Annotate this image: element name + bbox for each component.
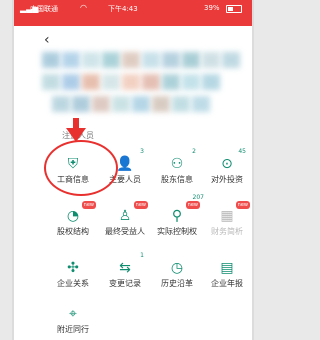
- location-icon: ⌖: [69, 306, 77, 322]
- grid-label-shareholder-info: 股东信息: [161, 175, 193, 184]
- count-change-records: 1: [140, 252, 144, 259]
- blur-tile: [142, 74, 160, 90]
- grid-item-change-records[interactable]: 1 ⇆ 变更记录: [100, 252, 150, 289]
- grid-label-annual-report: 企业年报: [211, 279, 243, 288]
- change-icon: ⇆: [119, 260, 131, 276]
- status-time: 下午4:43: [108, 5, 138, 13]
- wifi-icon: ◠: [80, 3, 87, 12]
- new-badge: new: [133, 201, 148, 209]
- blur-tile: [62, 52, 80, 68]
- blur-tile: [102, 52, 120, 68]
- blur-tile: [162, 52, 180, 68]
- blur-tile: [52, 96, 70, 112]
- grid-label-change-records: 变更记录: [109, 279, 141, 288]
- count-shareholder-info: 2: [192, 148, 196, 155]
- battery-percent: 39%: [204, 4, 220, 12]
- blur-tile: [82, 52, 100, 68]
- blurred-company-header: [32, 44, 252, 136]
- grid-label-ultimate-beneficiary: 最终受益人: [105, 227, 145, 236]
- blur-tile: [162, 74, 180, 90]
- pie-chart-icon: ◔: [66, 208, 80, 224]
- blur-tile: [122, 74, 140, 90]
- blur-tile: [222, 52, 240, 68]
- grid-label-history: 历史沿革: [161, 279, 193, 288]
- blur-tile: [42, 52, 60, 68]
- grid-label-financial-summary: 财务简析: [211, 227, 243, 236]
- grid-label-actual-controller: 实际控制权: [157, 227, 197, 236]
- blur-tile: [132, 96, 150, 112]
- controller-icon: ⚲: [171, 208, 183, 224]
- blur-tile: [92, 96, 110, 112]
- arrow-head: [66, 128, 86, 142]
- grid-item-equity-structure[interactable]: new ◔ 股权结构: [48, 201, 98, 237]
- battery-icon: [226, 5, 242, 13]
- grid-item-foreign-investment[interactable]: 45 ⊙ 对外投资: [202, 148, 252, 185]
- new-badge: new: [235, 201, 250, 209]
- blur-tile: [142, 52, 160, 68]
- report-icon: ▤: [220, 260, 234, 276]
- blur-tile: [182, 52, 200, 68]
- blur-tile: [42, 74, 60, 90]
- grid-item-ultimate-beneficiary[interactable]: new ♙ 最终受益人: [100, 201, 150, 237]
- blur-tile: [192, 96, 210, 112]
- blur-tile: [202, 74, 220, 90]
- grid-label-enterprise-relations: 企业关系: [57, 279, 89, 288]
- beneficiary-icon: ♙: [118, 208, 132, 224]
- network-icon: ✣: [67, 260, 79, 276]
- blur-tile: [152, 96, 170, 112]
- new-badge: new: [81, 201, 96, 209]
- clock-icon: ◷: [170, 260, 184, 276]
- phone-screen: ▂▃▅ 中国联通 ◠ 下午4:43 39% ‹ 注重人员 ⛨ 工商信息 3 👤 …: [12, 0, 254, 340]
- carrier-label: 中国联通: [30, 5, 58, 13]
- grid-item-history[interactable]: ◷ 历史沿革: [152, 258, 202, 289]
- status-bar: ▂▃▅ 中国联通 ◠ 下午4:43 39%: [14, 0, 252, 26]
- blur-tile: [72, 96, 90, 112]
- grid-item-annual-report[interactable]: ▤ 企业年报: [202, 258, 252, 289]
- grid-item-financial-summary[interactable]: new ▦ 财务简析: [202, 201, 252, 237]
- blur-tile: [82, 74, 100, 90]
- grid-label-equity-structure: 股权结构: [57, 227, 89, 236]
- grid-item-enterprise-relations[interactable]: ✣ 企业关系: [48, 258, 98, 289]
- grid-label-nearby-companies: 附近同行: [57, 325, 89, 334]
- grid-item-shareholder-info[interactable]: 2 ⚇ 股东信息: [152, 148, 202, 185]
- finance-icon: ▦: [220, 208, 234, 224]
- grid-label-foreign-investment: 对外投资: [211, 175, 243, 184]
- grid-item-actual-controller[interactable]: new 207 ⚲ 实际控制权: [152, 194, 204, 237]
- count-actual-controller: 207: [192, 194, 204, 201]
- shareholder-icon: ⚇: [170, 156, 184, 172]
- blur-tile: [172, 96, 190, 112]
- blur-tile: [62, 74, 80, 90]
- grid-item-nearby-companies[interactable]: ⌖ 附近同行: [48, 304, 98, 335]
- count-key-personnel: 3: [140, 148, 144, 155]
- highlight-circle: [44, 140, 118, 196]
- blur-tile: [182, 74, 200, 90]
- blur-tile: [102, 74, 120, 90]
- new-badge: new: [185, 201, 200, 209]
- blur-tile: [122, 52, 140, 68]
- investment-icon: ⊙: [221, 156, 233, 172]
- count-foreign-investment: 45: [238, 148, 246, 155]
- blur-tile: [202, 52, 220, 68]
- blur-tile: [112, 96, 130, 112]
